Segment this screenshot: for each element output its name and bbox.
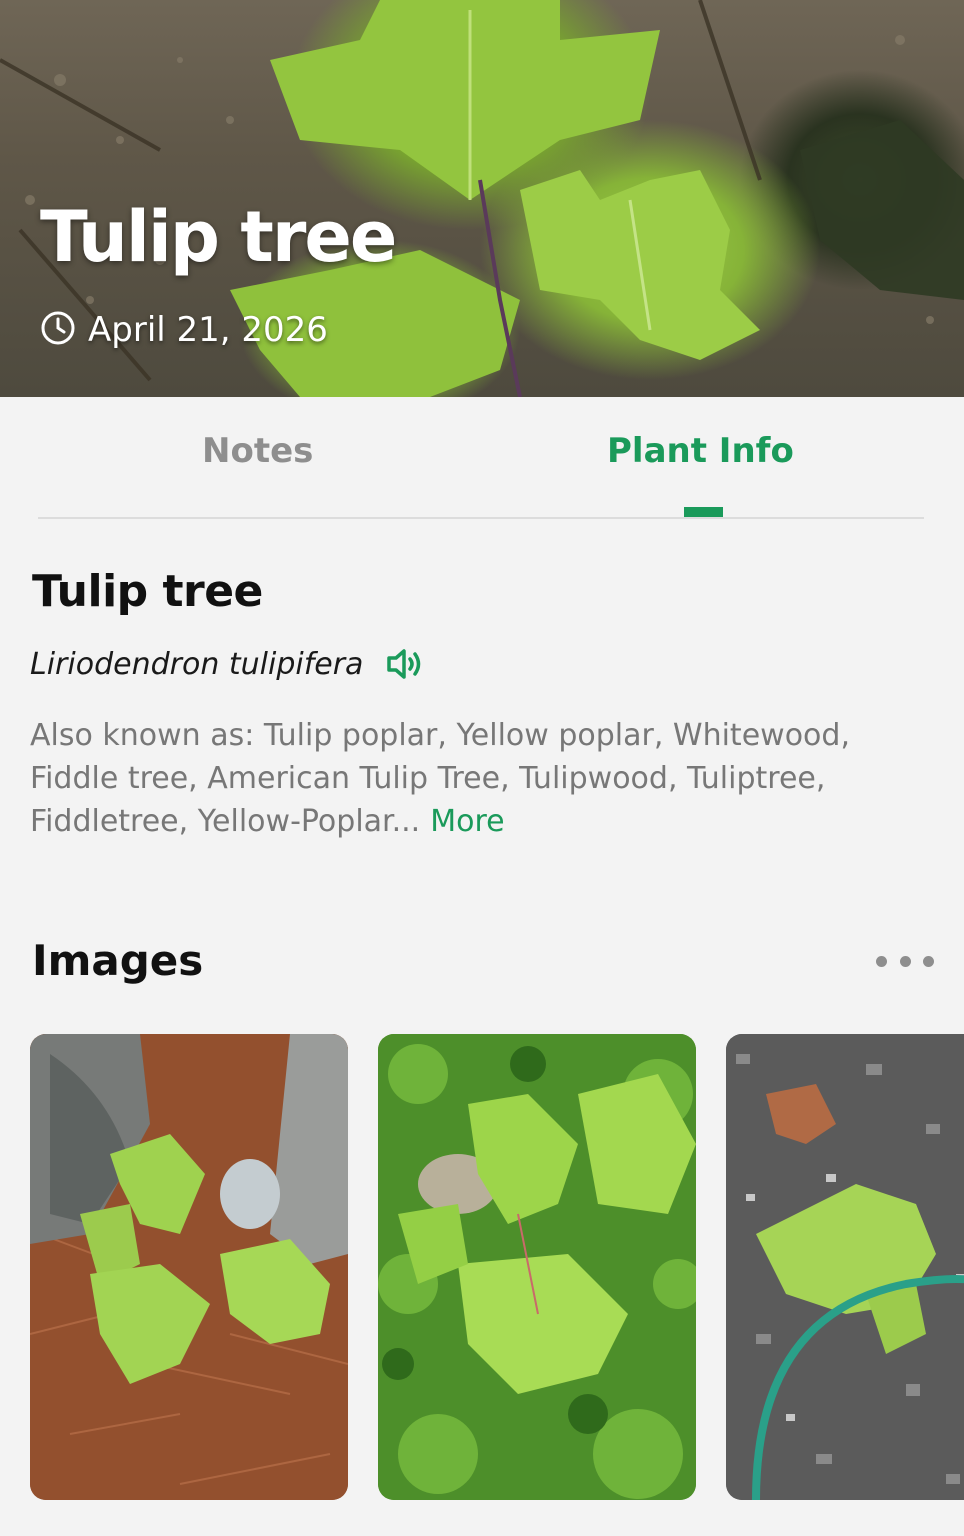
dot: [876, 955, 887, 967]
clock-icon: [40, 311, 76, 348]
dot: [899, 955, 911, 967]
tab-bar: Notes Plant Info: [0, 397, 964, 521]
more-link[interactable]: More: [430, 804, 504, 839]
dot: [923, 955, 934, 967]
scientific-name-row: Liriodendron tulipifera: [30, 646, 425, 682]
gallery-image-2[interactable]: [378, 1034, 696, 1500]
hero-date-text: April 21, 2026: [88, 310, 328, 350]
hero-photo: Tulip tree April 21, 2026: [0, 0, 964, 397]
tab-plant-info[interactable]: Plant Info: [607, 431, 794, 471]
plant-common-name: Tulip tree: [32, 566, 263, 617]
tab-notes[interactable]: Notes: [202, 431, 313, 471]
hero-date: April 21, 2026: [40, 310, 328, 350]
gallery-image-3[interactable]: [726, 1034, 964, 1500]
tab-divider: [38, 517, 924, 519]
hero-title: Tulip tree: [40, 196, 397, 278]
plant-scientific-name: Liriodendron tulipifera: [30, 646, 364, 682]
gallery-image-1[interactable]: [30, 1034, 348, 1500]
image-gallery[interactable]: [0, 1034, 964, 1502]
active-tab-indicator: [684, 507, 723, 517]
speaker-icon[interactable]: [385, 646, 425, 682]
also-known-as: Also known as: Tulip poplar, Yellow popl…: [30, 714, 940, 843]
images-section-title: Images: [32, 936, 204, 985]
more-horizontal-icon[interactable]: [876, 950, 934, 972]
